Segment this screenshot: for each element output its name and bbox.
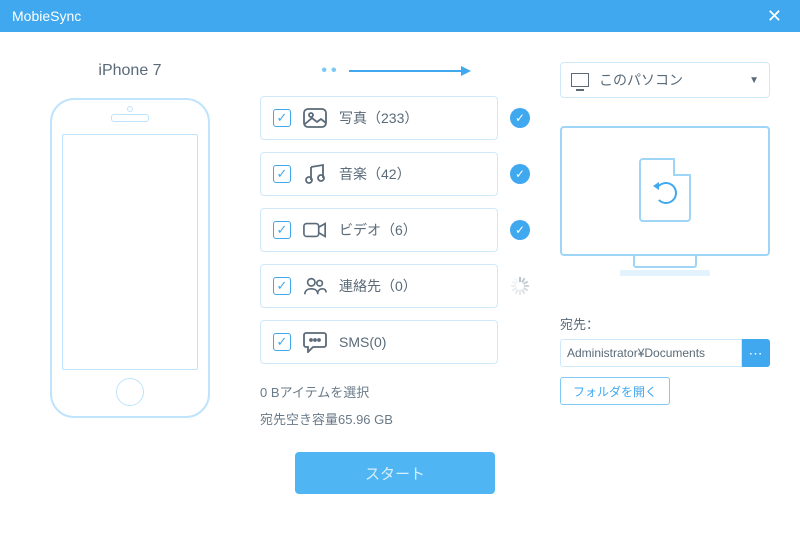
checkbox-icon[interactable]: ✓ xyxy=(273,221,291,239)
close-icon[interactable]: ✕ xyxy=(761,6,788,27)
music-icon xyxy=(303,162,327,186)
file-refresh-icon xyxy=(639,158,691,222)
check-circle-icon: ✓ xyxy=(510,220,530,240)
photo-icon xyxy=(303,106,327,130)
destination-panel: このパソコン ▼ 宛先： ⋯ フォルダを開く xyxy=(560,62,770,539)
selected-size-label: 0 Bアイテムを選択 xyxy=(260,382,530,401)
contacts-icon xyxy=(303,274,327,298)
destination-field-label: 宛先： xyxy=(560,314,770,333)
item-label: 写真（233） xyxy=(339,108,418,128)
item-music[interactable]: ✓ 音楽（42） xyxy=(260,152,498,196)
checkbox-icon[interactable]: ✓ xyxy=(273,165,291,183)
checkbox-icon[interactable]: ✓ xyxy=(273,109,291,127)
item-label: ビデオ（6） xyxy=(339,220,417,240)
destination-selector-label: このパソコン xyxy=(599,70,739,90)
checkbox-icon[interactable]: ✓ xyxy=(273,277,291,295)
device-name: iPhone 7 xyxy=(30,62,230,80)
item-label: 連絡先（0） xyxy=(339,276,417,296)
main-content: iPhone 7 •• ✓ 写真（233） ✓ xyxy=(0,32,800,559)
check-circle-icon: ✓ xyxy=(510,164,530,184)
video-icon xyxy=(303,218,327,242)
open-folder-button[interactable]: フォルダを開く xyxy=(560,377,670,405)
item-video[interactable]: ✓ ビデオ（6） xyxy=(260,208,498,252)
monitor-illustration xyxy=(560,126,770,256)
app-title: MobieSync xyxy=(12,8,81,24)
item-sms[interactable]: ✓ SMS(0) xyxy=(260,320,498,364)
data-type-list: ✓ 写真（233） ✓ ✓ 音楽（42） ✓ xyxy=(260,96,530,364)
freespace-label: 宛先空き容量65.96 GB xyxy=(260,409,530,428)
monitor-icon xyxy=(571,73,589,87)
transfer-panel: •• ✓ 写真（233） ✓ ✓ 音楽（4 xyxy=(260,62,530,539)
item-label: SMS(0) xyxy=(339,334,386,350)
phone-illustration xyxy=(50,98,210,418)
start-button[interactable]: スタート xyxy=(295,452,495,494)
item-photos[interactable]: ✓ 写真（233） xyxy=(260,96,498,140)
item-contacts[interactable]: ✓ 連絡先（0） xyxy=(260,264,498,308)
item-label: 音楽（42） xyxy=(339,164,411,184)
checkbox-icon[interactable]: ✓ xyxy=(273,333,291,351)
source-panel: iPhone 7 xyxy=(30,62,230,539)
arrow-icon: •• xyxy=(260,62,530,80)
titlebar: MobieSync ✕ xyxy=(0,0,800,32)
chevron-down-icon: ▼ xyxy=(749,75,759,86)
destination-selector[interactable]: このパソコン ▼ xyxy=(560,62,770,98)
check-circle-icon: ✓ xyxy=(510,108,530,128)
sms-icon xyxy=(303,330,327,354)
browse-button[interactable]: ⋯ xyxy=(742,339,770,367)
spinner-icon xyxy=(510,277,530,295)
destination-path-input[interactable] xyxy=(560,339,742,367)
